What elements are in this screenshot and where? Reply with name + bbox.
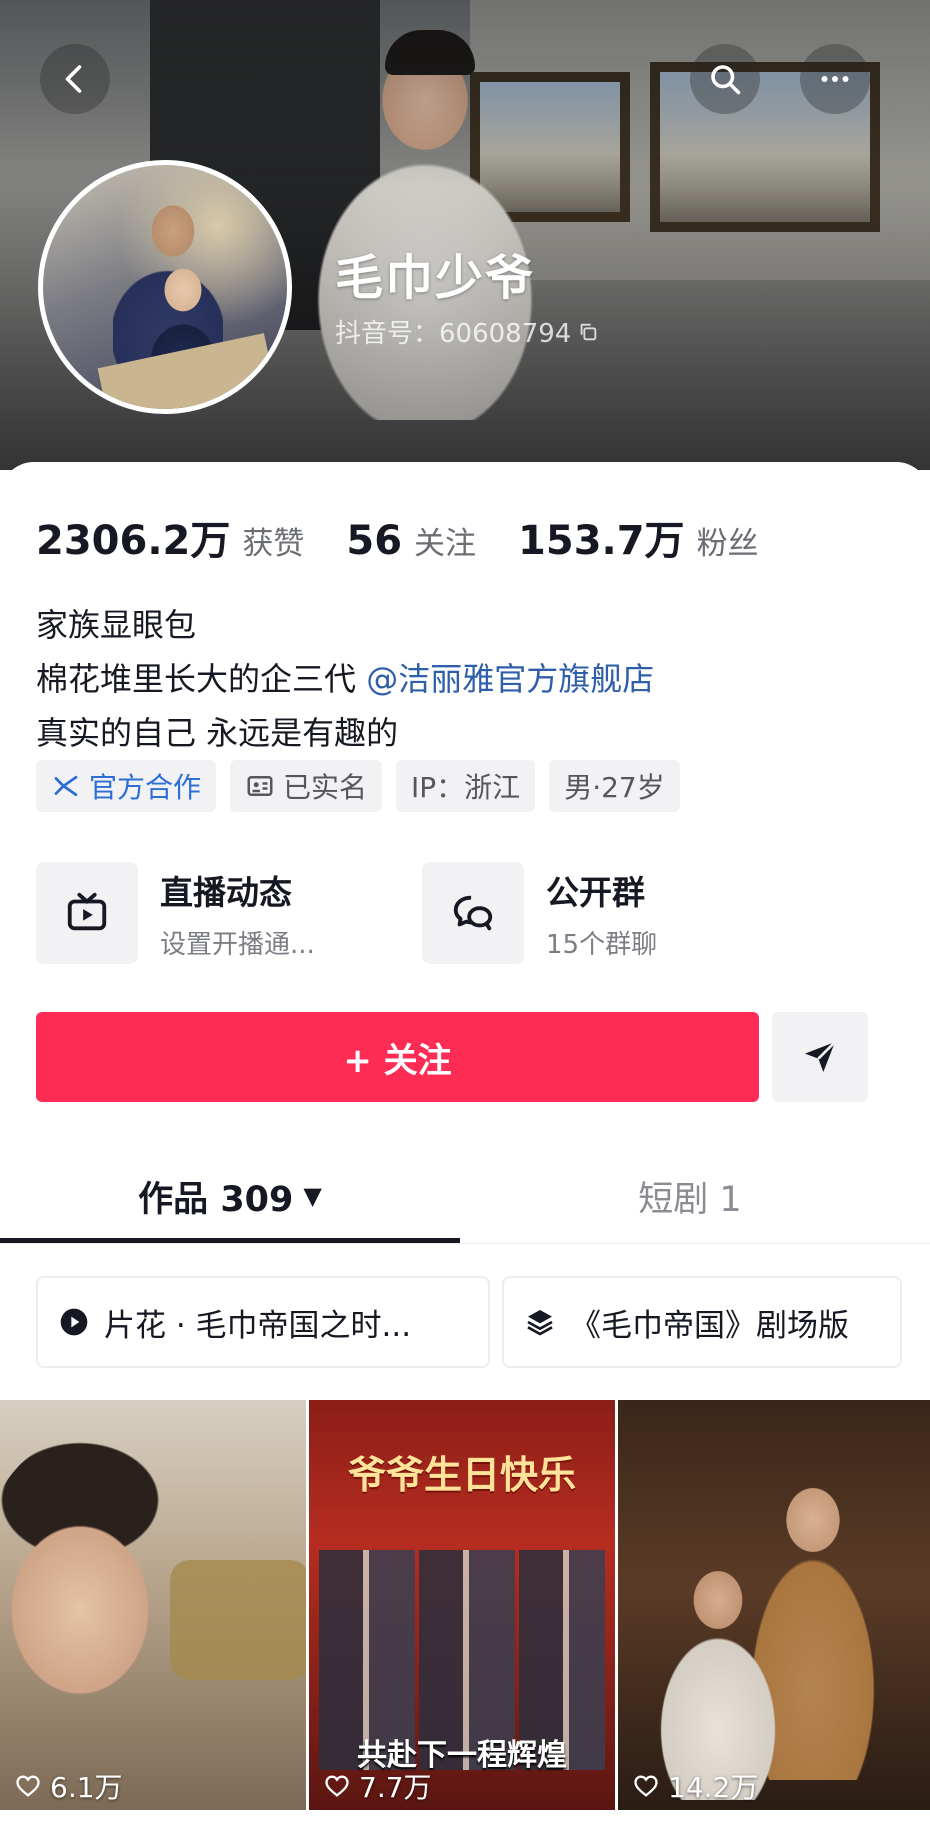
tag-gender-age: 男·27岁	[549, 760, 680, 812]
feature-icon-box	[422, 862, 524, 964]
stat-followers[interactable]: 153.7万 粉丝	[518, 508, 759, 566]
search-button[interactable]	[690, 44, 760, 114]
public-group-entry[interactable]: 公开群 15个群聊	[422, 862, 657, 964]
thumbnail-title-text: 爷爷生日快乐	[347, 1452, 576, 1497]
tv-icon	[67, 892, 107, 931]
back-arrow-icon	[65, 65, 82, 93]
content-tabs: 作品 309 ▼ 短剧 1	[0, 1150, 930, 1246]
stat-value: 153.7万	[518, 518, 685, 564]
official-badge-icon	[54, 775, 78, 797]
back-button[interactable]	[40, 44, 110, 114]
playlist-chip[interactable]: 片花 · 毛巾帝国之时...	[36, 1276, 490, 1368]
search-icon	[711, 65, 741, 95]
stat-following[interactable]: 56 关注	[346, 518, 476, 564]
thumbnail-person	[0, 1440, 190, 1740]
feature-text: 直播动态 设置开播通...	[160, 866, 315, 961]
heart-icon	[634, 1775, 658, 1797]
tag-official-partner[interactable]: 官方合作	[36, 760, 217, 812]
tag-ip-location: IP：浙江	[396, 760, 536, 812]
id-card-icon	[247, 776, 273, 796]
tab-label: 作品 309	[138, 1179, 294, 1220]
tab-divider	[0, 1243, 930, 1244]
follow-button[interactable]: + 关注	[36, 1012, 759, 1102]
share-button[interactable]	[772, 1012, 868, 1102]
feature-text: 公开群 15个群聊	[546, 866, 657, 961]
likes-count: 6.1万	[50, 1771, 123, 1804]
playlist-label: 《毛巾帝国》剧场版	[570, 1307, 849, 1344]
avatar[interactable]	[38, 160, 292, 414]
feature-title: 公开群	[546, 872, 645, 912]
tag-label: 已实名	[283, 771, 368, 804]
bio-line: 棉花堆里长大的企三代 @洁丽雅官方旗舰店	[36, 652, 654, 706]
bio-mention-link[interactable]: @洁丽雅官方旗舰店	[366, 660, 654, 698]
douyin-id[interactable]: 抖音号：60608794	[335, 313, 599, 350]
video-likes: 14.2万	[632, 1766, 758, 1806]
video-thumbnail[interactable]: 爷爷生日快乐 共赴下一程辉煌 7.7万	[309, 1400, 615, 1810]
bio-line: 真实的自己 永远是有趣的	[36, 714, 399, 752]
video-grid: 6.1万 爷爷生日快乐 共赴下一程辉煌 7.7万 14.2万	[0, 1400, 930, 1810]
likes-count: 7.7万	[359, 1771, 432, 1804]
douyin-id-text: 抖音号：60608794	[335, 319, 572, 349]
likes-count: 14.2万	[668, 1771, 759, 1804]
tab-label: 短剧 1	[638, 1179, 742, 1220]
bio-line: 家族显眼包	[36, 606, 197, 644]
profile-tags: 官方合作 已实名 IP：浙江 男·27岁	[36, 760, 680, 812]
profile-bio: 家族显眼包 棉花堆里长大的企三代 @洁丽雅官方旗舰店 真实的自己 永远是有趣的	[36, 598, 654, 760]
feature-icon-box	[36, 862, 138, 964]
tag-label: IP：浙江	[411, 771, 521, 804]
playlist-chip[interactable]: 《毛巾帝国》剧场版	[502, 1276, 902, 1368]
profile-name: 毛巾少爷	[335, 250, 536, 306]
stat-likes[interactable]: 2306.2万 获赞	[36, 508, 304, 566]
stat-value: 2306.2万	[36, 518, 231, 564]
send-icon	[805, 1041, 836, 1072]
follow-button-label: + 关注	[343, 1040, 452, 1081]
live-dynamics-entry[interactable]: 直播动态 设置开播通...	[36, 862, 315, 964]
feature-title: 直播动态	[160, 872, 292, 912]
stat-label: 粉丝	[696, 526, 759, 562]
feature-subtitle: 设置开播通...	[160, 929, 315, 960]
more-dots-icon	[821, 76, 849, 82]
playlist-label: 片花 · 毛巾帝国之时...	[104, 1307, 412, 1344]
video-thumbnail[interactable]: 14.2万	[618, 1400, 930, 1810]
feature-subtitle: 15个群聊	[546, 929, 658, 960]
video-likes: 6.1万	[14, 1766, 123, 1806]
thumbnail-person	[648, 1560, 788, 1800]
copy-icon[interactable]	[577, 321, 599, 343]
tab-works[interactable]: 作品 309 ▼	[0, 1150, 460, 1242]
video-likes: 7.7万	[323, 1766, 432, 1806]
tag-label: 官方合作	[89, 771, 202, 804]
play-icon	[60, 1308, 88, 1336]
heart-icon	[325, 1775, 349, 1797]
thumbnail-sofa	[170, 1560, 306, 1680]
layers-icon	[527, 1310, 553, 1336]
profile-stats: 2306.2万 获赞 56 关注 153.7万 粉丝	[36, 508, 801, 566]
tab-short-drama[interactable]: 短剧 1	[460, 1150, 920, 1242]
tag-verified[interactable]: 已实名	[230, 760, 383, 812]
caret-down-icon: ▼	[303, 1182, 322, 1210]
stat-label: 获赞	[242, 526, 305, 562]
video-thumbnail[interactable]: 6.1万	[0, 1400, 306, 1810]
stat-label: 关注	[414, 526, 477, 562]
bio-text: 棉花堆里长大的企三代	[36, 660, 367, 698]
more-button[interactable]	[800, 44, 870, 114]
stat-value: 56	[346, 518, 403, 564]
tag-label: 男·27岁	[564, 771, 665, 804]
heart-icon	[16, 1775, 40, 1797]
chat-bubbles-icon	[453, 895, 493, 931]
